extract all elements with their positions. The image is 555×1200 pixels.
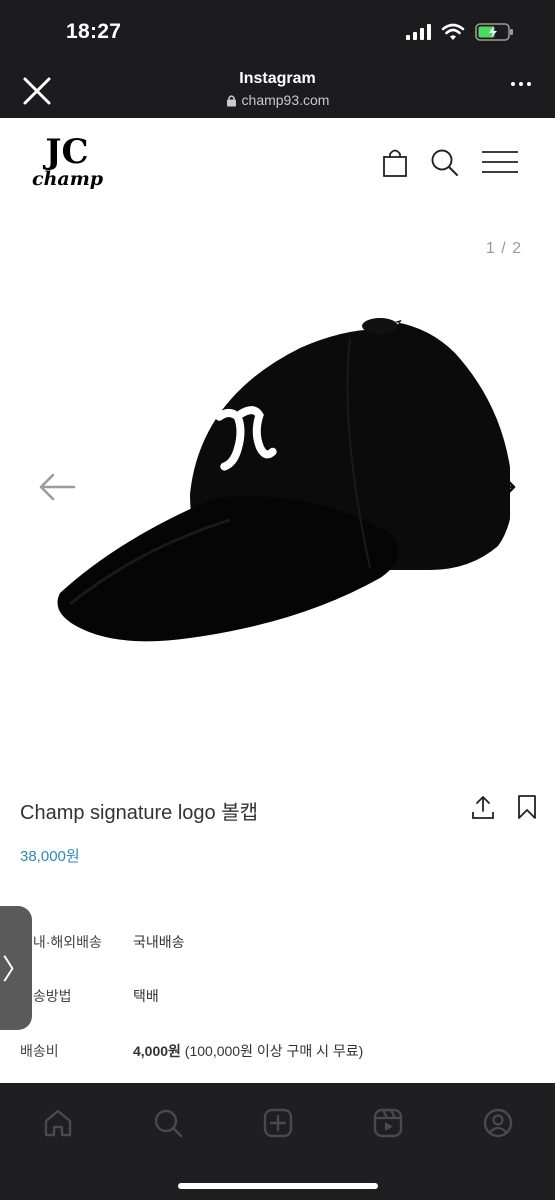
browser-title-block: Instagram champ93.com [0, 70, 555, 108]
logo-mark: JC [45, 132, 89, 172]
chevron-right-icon: 〉 [1, 954, 30, 985]
side-drawer-tab[interactable]: 〉 [0, 906, 32, 1030]
bookmark-icon[interactable] [516, 794, 538, 820]
gallery-counter: 1 / 2 [485, 240, 522, 257]
lock-icon [226, 94, 236, 106]
create-icon[interactable] [262, 1107, 294, 1139]
hamburger-menu-icon[interactable] [480, 150, 520, 174]
url-text: champ93.com [241, 92, 330, 108]
wifi-icon [441, 23, 465, 40]
shipping-fee-amount: 4,000원 [133, 1043, 181, 1059]
battery-charging-icon [475, 23, 513, 41]
info-value: 국내배송 [133, 934, 185, 950]
search-icon[interactable] [430, 148, 460, 178]
info-key: 배송비 [20, 1043, 59, 1059]
browser-title: Instagram [239, 70, 316, 87]
info-value: 택배 [133, 988, 159, 1004]
search-icon[interactable] [152, 1107, 184, 1139]
product-price: 38,000원 [20, 848, 80, 865]
profile-icon[interactable] [482, 1107, 514, 1139]
info-row-shipping-fee: 배송비 4,000원 (100,000원 이상 구매 시 무료) [20, 1041, 363, 1061]
info-row-shipping-type: 국내·해외배송 국내배송 [20, 932, 185, 952]
info-key: 국내·해외배송 [20, 934, 102, 950]
browser-chrome: 18:27 Instagram champ93.com [0, 0, 555, 118]
status-time: 18:27 [66, 20, 122, 43]
cellular-signal-icon [406, 24, 431, 40]
more-icon[interactable] [511, 82, 531, 86]
home-indicator [178, 1183, 378, 1189]
home-icon[interactable] [42, 1107, 74, 1139]
shopping-bag-icon[interactable] [382, 148, 408, 178]
status-icons [406, 22, 515, 42]
product-name: Champ signature logo 볼캡 [20, 802, 259, 824]
reels-icon[interactable] [372, 1107, 404, 1139]
product-gallery[interactable]: 1 / 2 [0, 218, 555, 778]
share-icon[interactable] [470, 794, 496, 820]
browser-url: champ93.com [0, 92, 555, 108]
info-value: 4,000원 (100,000원 이상 구매 시 무료) [133, 1041, 363, 1061]
logo-word: champ [32, 168, 104, 190]
info-row-shipping-method: 배송방법 택배 [20, 986, 159, 1006]
champ-logo[interactable]: JC champ [32, 132, 104, 196]
product-image-cap [57, 318, 510, 642]
shipping-fee-note: (100,000원 이상 구매 시 무료) [180, 1043, 364, 1059]
info-key: 배송방법 [20, 988, 72, 1004]
site-header: JC champ [0, 118, 555, 218]
